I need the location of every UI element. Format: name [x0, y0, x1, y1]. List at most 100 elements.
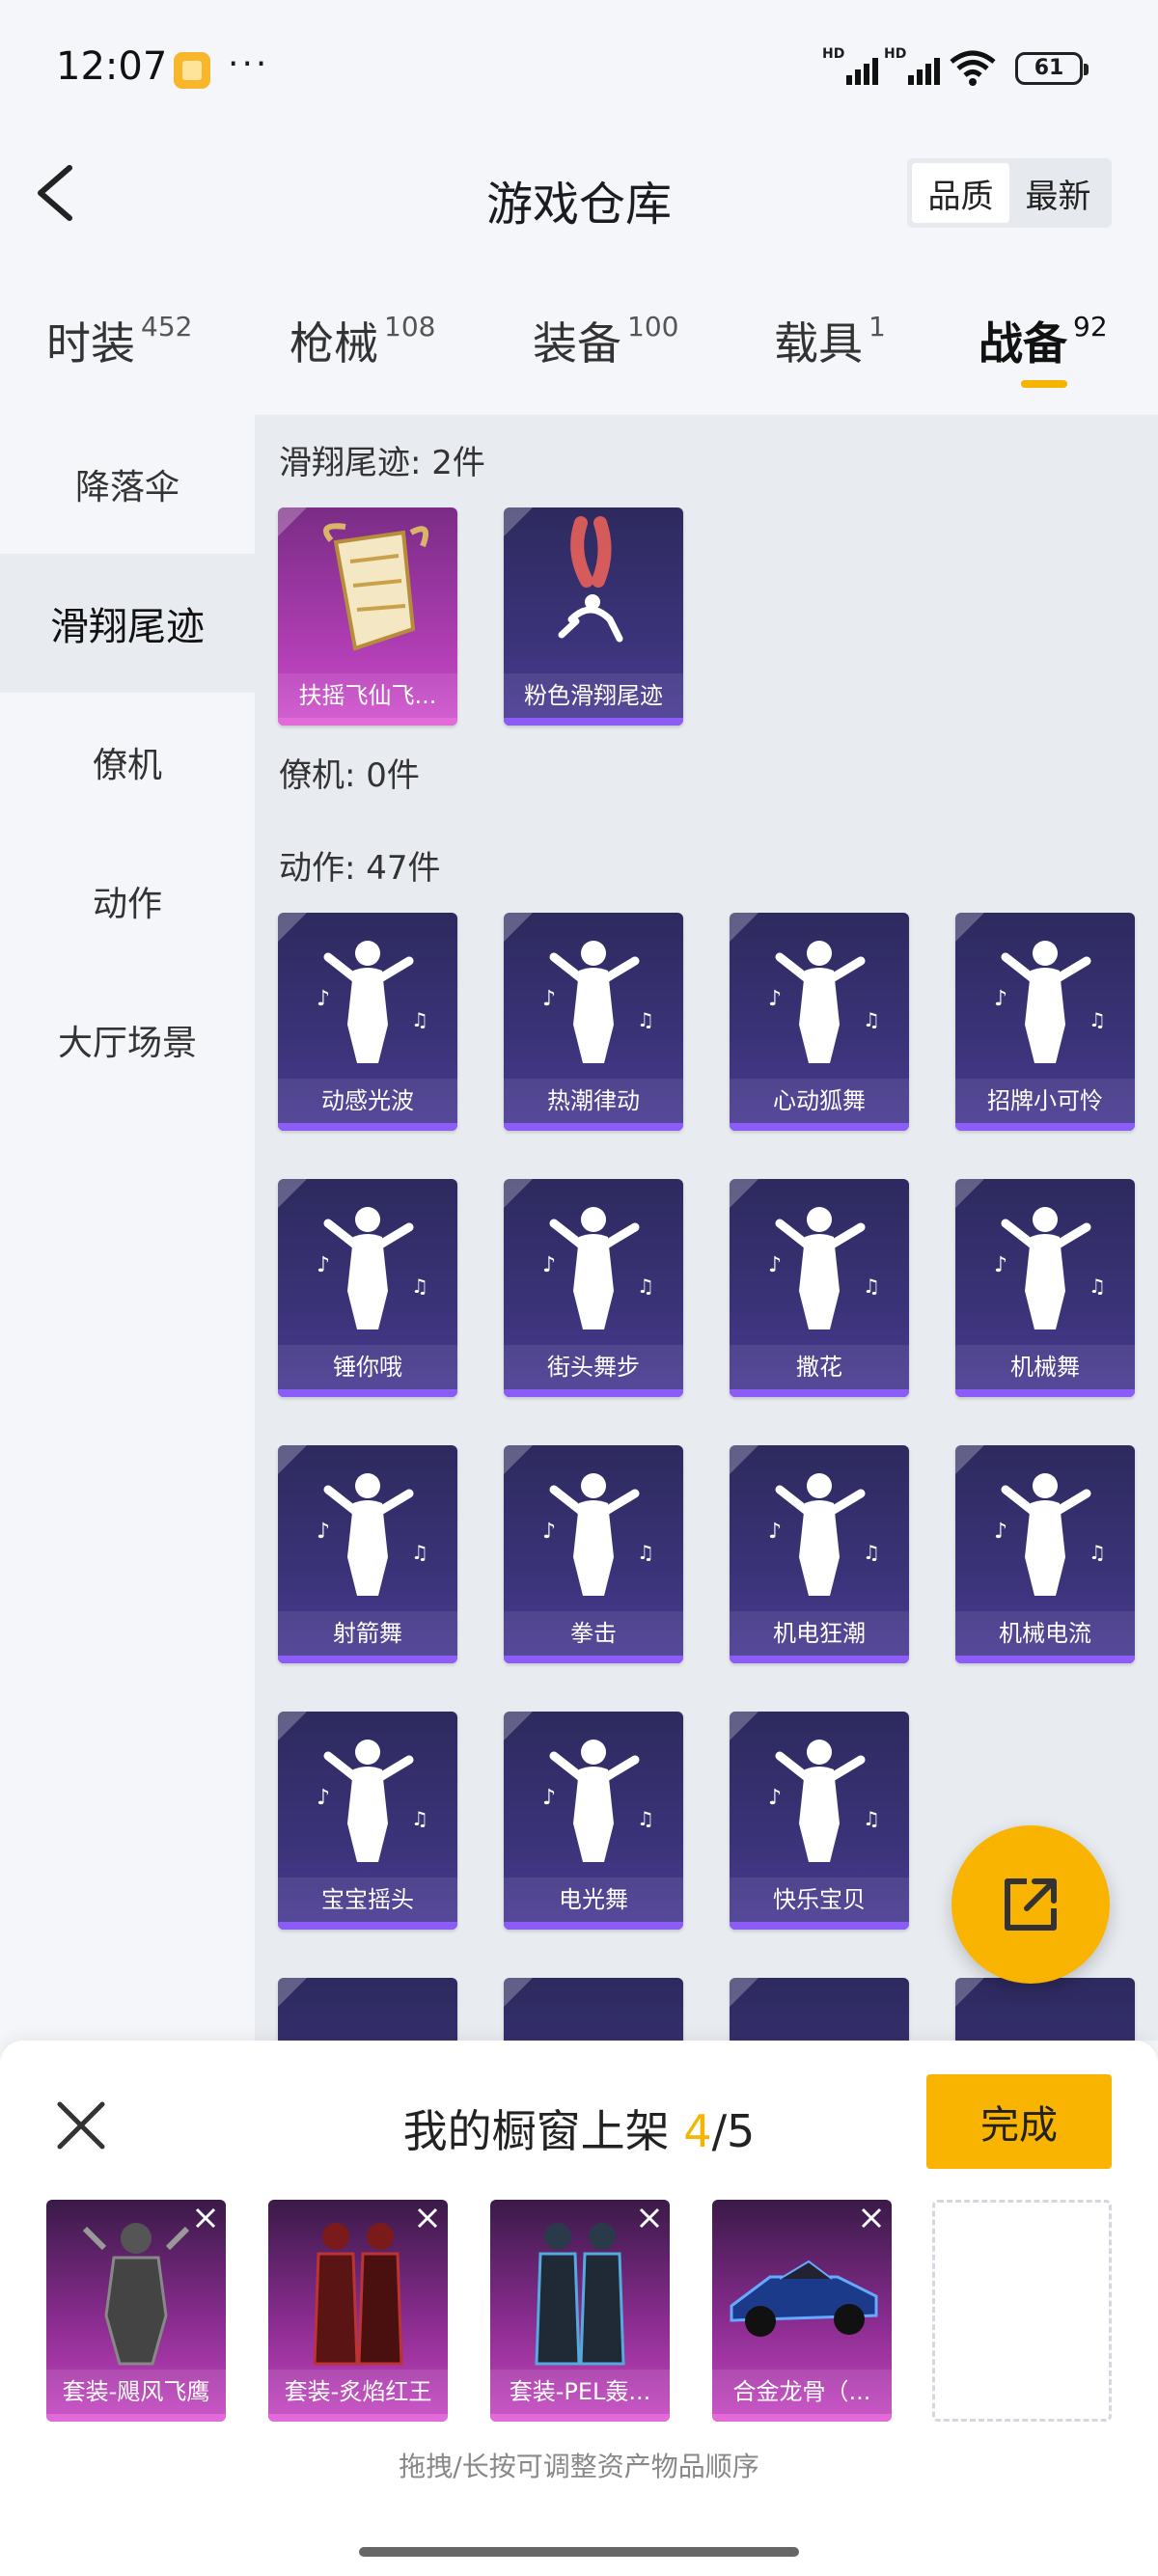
emote-label: 电光舞 [504, 1877, 683, 1922]
network-type-label: HD [822, 46, 845, 62]
emote-label: 热潮律动 [504, 1079, 683, 1123]
emote-card[interactable]: ♪ ♫ 宝宝摇头 [278, 1712, 457, 1930]
showcase-slot[interactable]: 套装-PEL轰... [490, 2200, 670, 2422]
svg-text:♫: ♫ [1089, 1274, 1106, 1298]
dancer-silhouette-icon: ♪♫ [317, 1473, 428, 1596]
emote-label: 心动狐舞 [730, 1079, 909, 1123]
trail-scroll-art [323, 523, 428, 651]
svg-text:♫: ♫ [863, 1274, 880, 1298]
remove-icon[interactable] [857, 2204, 886, 2233]
slot-label: 套装-PEL轰... [490, 2370, 670, 2414]
emote-card[interactable]: ♪ ♫ 街头舞步 [504, 1179, 683, 1397]
dancer-silhouette-icon: ♪♫ [542, 1473, 654, 1596]
emote-card[interactable]: ♪ ♫ 机械电流 [955, 1445, 1135, 1663]
emote-card[interactable]: ♪ ♫ 机电狂潮 [730, 1445, 909, 1663]
svg-text:♫: ♫ [411, 1541, 428, 1564]
showcase-slot[interactable]: 套装-飓风飞鹰 [46, 2200, 226, 2422]
emote-card[interactable]: ♪ ♫ 电光舞 [504, 1712, 683, 1930]
svg-text:♫: ♫ [1089, 1541, 1106, 1564]
empty-showcase-slot[interactable] [932, 2200, 1112, 2422]
emote-label: 机械电流 [955, 1611, 1135, 1656]
sort-by-quality[interactable]: 品质 [912, 163, 1009, 223]
active-tab-indicator [1021, 380, 1067, 388]
svg-text:♫: ♫ [1089, 1008, 1106, 1031]
item-card[interactable]: 粉色滑翔尾迹 [504, 507, 683, 726]
emote-label: 宝宝摇头 [278, 1877, 457, 1922]
emote-card[interactable]: ♪ ♫ 招牌小可怜 [955, 913, 1135, 1131]
item-label: 扶摇飞仙飞... [278, 673, 457, 718]
status-bar: 12:07 ··· HD HD 61 [0, 0, 1158, 135]
slot-label: 套装-飓风飞鹰 [46, 2370, 226, 2414]
tab-weapons[interactable]: 枪械 108 [290, 309, 435, 372]
emote-card[interactable]: ♪ ♫ 拳击 [504, 1445, 683, 1663]
home-indicator[interactable] [359, 2547, 799, 2557]
dancer-silhouette-icon: ♪♫ [994, 941, 1106, 1063]
emote-card[interactable]: ♪ ♫ 射箭舞 [278, 1445, 457, 1663]
emote-card[interactable]: ♪ ♫ 心动狐舞 [730, 913, 909, 1131]
showcase-total: /5 [711, 2105, 756, 2157]
emote-card[interactable]: ♪ ♫ 机械舞 [955, 1179, 1135, 1397]
network-type-label-2: HD [884, 46, 907, 62]
svg-text:♪: ♪ [317, 1253, 330, 1277]
category-tabs: 时装 452 枪械 108 装备 100 载具 1 战备 92 [0, 289, 1158, 405]
tab-equipment[interactable]: 装备 100 [533, 309, 678, 372]
emote-card[interactable]: ♪ ♫ 撒花 [730, 1179, 909, 1397]
dancer-silhouette-icon: ♪♫ [317, 941, 428, 1063]
tab-combat-gear[interactable]: 战备 92 [979, 309, 1108, 372]
emote-card[interactable]: ♪ ♫ 快乐宝贝 [730, 1712, 909, 1930]
showcase-slot[interactable]: 合金龙骨（... [712, 2200, 892, 2422]
svg-text:♪: ♪ [317, 1786, 330, 1810]
showcase-count: 4 [683, 2105, 712, 2157]
emote-label: 机电狂潮 [730, 1611, 909, 1656]
sort-by-newest[interactable]: 最新 [1009, 163, 1107, 223]
svg-text:♪: ♪ [768, 1786, 782, 1810]
done-button[interactable]: 完成 [926, 2074, 1112, 2169]
sidebar-item-emote[interactable]: 动作 [0, 832, 255, 971]
sheet-title-text: 我的橱窗上架 [402, 2105, 684, 2157]
sort-toggle: 品质 最新 [907, 158, 1112, 228]
svg-text:♪: ♪ [542, 1786, 556, 1810]
sidebar-item-lobby-scene[interactable]: 大厅场景 [0, 971, 255, 1110]
sidebar-item-wingman[interactable]: 僚机 [0, 693, 255, 832]
tab-count: 452 [141, 311, 193, 343]
tab-fashion[interactable]: 时装 452 [46, 309, 192, 372]
tab-vehicles[interactable]: 载具 1 [774, 309, 886, 372]
remove-icon[interactable] [191, 2204, 220, 2233]
share-fab[interactable] [951, 1825, 1110, 1984]
item-card-partial[interactable] [278, 1978, 457, 2041]
wifi-icon [950, 50, 996, 86]
remove-icon[interactable] [635, 2204, 664, 2233]
emote-label: 射箭舞 [278, 1611, 457, 1656]
tab-count: 100 [627, 311, 679, 343]
slot-label: 合金龙骨（... [712, 2370, 892, 2414]
tab-label: 战备 [979, 317, 1067, 370]
sidebar-item-parachute[interactable]: 降落伞 [0, 415, 255, 554]
emote-card[interactable]: ♪ ♫ 锤你哦 [278, 1179, 457, 1397]
dancer-silhouette-icon: ♪♫ [768, 1473, 880, 1596]
remove-icon[interactable] [413, 2204, 442, 2233]
emote-label: 撒花 [730, 1345, 909, 1389]
svg-text:♫: ♫ [411, 1807, 428, 1830]
emote-card[interactable]: ♪ ♫ 动感光波 [278, 913, 457, 1131]
emote-label: 机械舞 [955, 1345, 1135, 1389]
slot-label: 套装-炙焰红王 [268, 2370, 448, 2414]
tab-count: 92 [1073, 311, 1108, 343]
dancer-silhouette-icon: ♪♫ [542, 941, 654, 1063]
sidebar-item-glide-trail[interactable]: 滑翔尾迹 [0, 554, 255, 693]
item-card-partial[interactable] [504, 1978, 683, 2041]
section-title-wingman: 僚机: 0件 [279, 756, 420, 795]
item-card[interactable]: 扶摇飞仙飞... [278, 507, 457, 726]
item-card-partial[interactable] [730, 1978, 909, 2041]
item-card-partial[interactable] [955, 1978, 1135, 2041]
svg-text:♪: ♪ [994, 1253, 1007, 1277]
svg-text:♫: ♫ [637, 1008, 654, 1031]
svg-text:♪: ♪ [542, 1253, 556, 1277]
item-list: 滑翔尾迹: 2件 扶摇飞仙飞... 粉色滑翔尾迹 僚机: 0件 动作: 47件 … [255, 415, 1158, 2041]
showcase-slot[interactable]: 套装-炙焰红王 [268, 2200, 448, 2422]
tab-label: 枪械 [290, 317, 378, 370]
pink-trail-art [558, 516, 623, 643]
tab-label: 载具 [774, 317, 863, 370]
svg-text:♫: ♫ [411, 1274, 428, 1298]
emote-card[interactable]: ♪ ♫ 热潮律动 [504, 913, 683, 1131]
tab-count: 1 [868, 311, 886, 343]
